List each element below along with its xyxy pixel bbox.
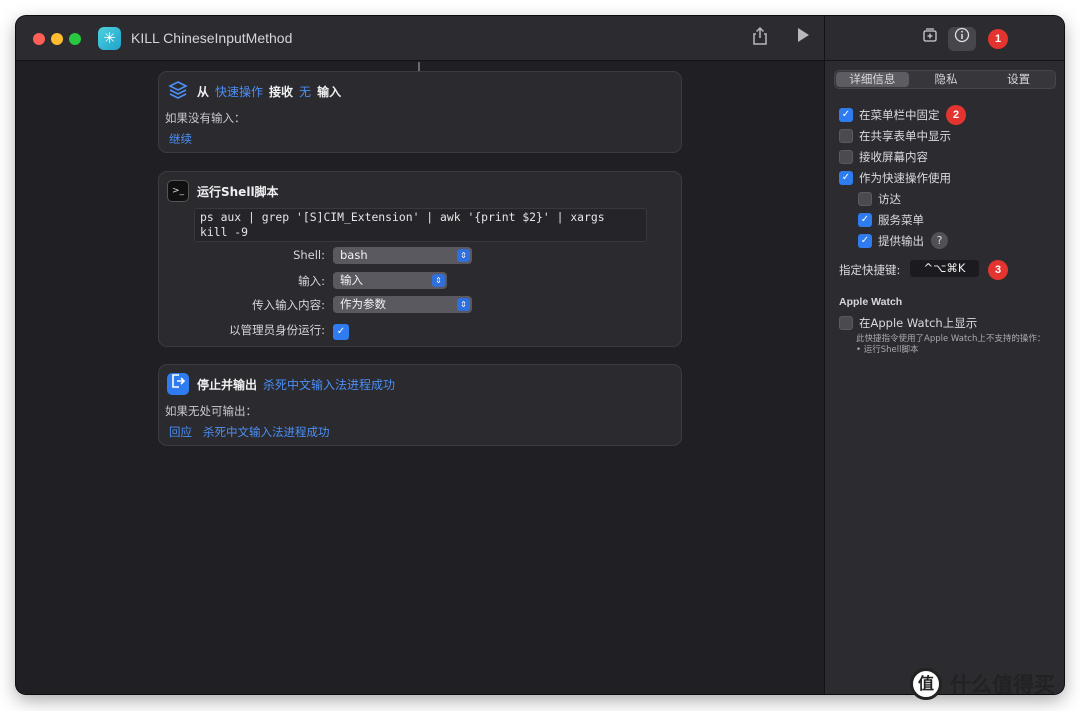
input-type-token[interactable]: 无 bbox=[299, 83, 311, 100]
inspector-tabs: 详细信息 隐私 设置 bbox=[834, 70, 1056, 89]
close-window-button[interactable] bbox=[33, 33, 45, 45]
annotation-marker-2: 2 bbox=[946, 105, 966, 125]
inspector-toolbar bbox=[825, 16, 1064, 61]
show-on-watch-label: 在Apple Watch上显示 bbox=[859, 316, 978, 330]
watch-note-line-2: • 运行Shell脚本 bbox=[856, 345, 919, 355]
stop-action-header: 停止并输出 杀死中文输入法进程成功 bbox=[167, 373, 395, 395]
receive-screen-label: 接收屏幕内容 bbox=[859, 150, 928, 164]
stop-action-title: 停止并输出 bbox=[197, 377, 258, 392]
layers-icon bbox=[167, 80, 189, 102]
continue-token[interactable]: 继续 bbox=[169, 131, 192, 147]
terminal-icon: >_ bbox=[167, 180, 189, 202]
annotation-marker-3: 3 bbox=[988, 260, 1008, 280]
minimize-window-button[interactable] bbox=[51, 33, 63, 45]
help-button[interactable]: ? bbox=[931, 232, 948, 249]
checkmark-icon: ✓ bbox=[858, 213, 872, 227]
input-label: 输入: bbox=[298, 274, 325, 288]
shortcuts-icon: ✳ bbox=[98, 27, 121, 50]
title-bar: ✳ KILL ChineseInputMethod bbox=[16, 16, 824, 61]
shell-popup[interactable]: bash ⇕ bbox=[333, 247, 472, 264]
provide-output-label: 提供输出 bbox=[878, 233, 924, 248]
exit-icon bbox=[167, 373, 189, 395]
window-title[interactable]: KILL ChineseInputMethod bbox=[131, 30, 292, 46]
services-menu-option[interactable]: ✓ 服务菜单 bbox=[858, 212, 924, 228]
add-library-icon[interactable] bbox=[916, 27, 944, 51]
shortcut-label: 指定快捷键: bbox=[839, 263, 901, 277]
pin-menu-bar-option[interactable]: ✓ 在菜单栏中固定 bbox=[839, 107, 940, 123]
output-token[interactable]: 杀死中文输入法进程成功 bbox=[263, 376, 395, 393]
annotation-marker-1: 1 bbox=[988, 29, 1008, 49]
pass-input-popup[interactable]: 作为参数 ⇕ bbox=[333, 296, 472, 313]
quick-action-option[interactable]: ✓ 作为快速操作使用 bbox=[839, 170, 951, 186]
tab-details[interactable]: 详细信息 bbox=[836, 72, 909, 87]
receive-screen-option[interactable]: 接收屏幕内容 bbox=[839, 149, 928, 165]
pass-input-label: 传入输入内容: bbox=[252, 298, 325, 312]
share-icon[interactable] bbox=[749, 26, 771, 49]
shell-script-editor[interactable]: ps aux | grep '[S]CIM_Extension' | awk '… bbox=[194, 208, 647, 242]
chevron-updown-icon: ⇕ bbox=[432, 274, 445, 287]
play-icon[interactable] bbox=[792, 27, 814, 49]
run-as-admin-label: 以管理员身份运行: bbox=[229, 323, 325, 337]
chevron-updown-icon: ⇕ bbox=[457, 249, 470, 262]
services-menu-label: 服务菜单 bbox=[878, 213, 924, 227]
input-label: 输入 bbox=[317, 84, 342, 99]
shortcut-field[interactable]: ^⌥⌘K bbox=[910, 260, 979, 277]
finder-option[interactable]: 访达 bbox=[858, 191, 901, 207]
run-as-admin-checkbox[interactable]: ✓ bbox=[333, 321, 349, 340]
tab-settings[interactable]: 设置 bbox=[982, 71, 1055, 88]
zoom-window-button[interactable] bbox=[69, 33, 81, 45]
if-nowhere-label: 如果无处可输出： bbox=[165, 404, 257, 418]
share-sheet-option[interactable]: 在共享表单中显示 bbox=[839, 128, 951, 144]
checkmark-icon: ✓ bbox=[858, 233, 872, 248]
info-icon[interactable] bbox=[948, 27, 976, 51]
pass-input-popup-value: 作为参数 bbox=[340, 297, 386, 311]
run-shell-script-action[interactable]: >_ 运行Shell脚本 ps aux | grep '[S]CIM_Exten… bbox=[158, 171, 682, 347]
if-no-input-label: 如果没有输入： bbox=[165, 111, 246, 125]
checkbox-icon bbox=[839, 129, 853, 143]
tab-privacy[interactable]: 隐私 bbox=[910, 71, 983, 88]
from-label: 从 bbox=[197, 84, 210, 99]
shell-action-title: 运行Shell脚本 bbox=[197, 184, 279, 199]
checkbox-icon bbox=[839, 150, 853, 164]
input-popup-value: 输入 bbox=[340, 273, 363, 287]
reply-value-token[interactable]: 杀死中文输入法进程成功 bbox=[203, 424, 330, 440]
share-sheet-label: 在共享表单中显示 bbox=[859, 129, 951, 143]
stop-and-output-action[interactable]: 停止并输出 杀死中文输入法进程成功 如果无处可输出： 回应 杀死中文输入法进程成… bbox=[158, 364, 682, 446]
checkmark-icon: ✓ bbox=[839, 108, 853, 122]
reply-token[interactable]: 回应 bbox=[169, 424, 192, 440]
watermark-logo-icon: 值 bbox=[910, 668, 942, 700]
provide-output-option[interactable]: ✓ 提供输出 ? bbox=[858, 232, 948, 249]
quick-action-token[interactable]: 快速操作 bbox=[215, 83, 263, 100]
shell-label: Shell: bbox=[293, 248, 325, 262]
action-connector bbox=[418, 62, 420, 71]
shell-popup-value: bash bbox=[340, 248, 368, 262]
watermark: 值 什么值得买 bbox=[910, 668, 1055, 700]
apple-watch-heading: Apple Watch bbox=[839, 296, 903, 308]
receive-label: 接收 bbox=[269, 84, 294, 99]
pin-menu-bar-label: 在菜单栏中固定 bbox=[859, 108, 940, 122]
shortcuts-window: ✳ KILL ChineseInputMethod 从 快速操作 接收 无 输入… bbox=[16, 16, 1064, 694]
shell-action-header: >_ 运行Shell脚本 bbox=[167, 180, 279, 202]
watermark-text: 什么值得买 bbox=[950, 673, 1055, 697]
chevron-updown-icon: ⇕ bbox=[457, 298, 470, 311]
finder-label: 访达 bbox=[878, 192, 901, 206]
inspector-panel: 1 详细信息 隐私 设置 ✓ 在菜单栏中固定 2 在共享表单中显示 接收屏幕内容… bbox=[824, 16, 1064, 694]
receive-input-action[interactable]: 从 快速操作 接收 无 输入 如果没有输入： 继续 bbox=[158, 71, 682, 153]
checkbox-icon bbox=[858, 192, 872, 206]
input-popup[interactable]: 输入 ⇕ bbox=[333, 272, 447, 289]
checkmark-icon: ✓ bbox=[839, 171, 853, 185]
checkmark-icon: ✓ bbox=[333, 323, 349, 340]
receive-action-header: 从 快速操作 接收 无 输入 bbox=[167, 80, 341, 102]
workflow-editor: 从 快速操作 接收 无 输入 如果没有输入： 继续 >_ 运行Shell脚本 p… bbox=[16, 62, 824, 694]
show-on-watch-option[interactable]: 在Apple Watch上显示 bbox=[839, 315, 977, 331]
quick-action-label: 作为快速操作使用 bbox=[859, 171, 951, 185]
checkbox-icon bbox=[839, 316, 853, 330]
